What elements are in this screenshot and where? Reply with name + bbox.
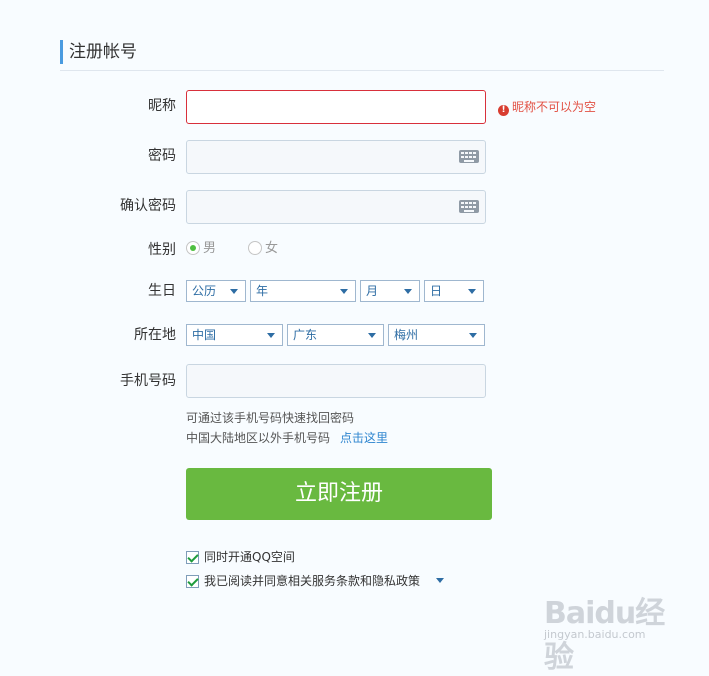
chevron-down-icon bbox=[230, 289, 238, 294]
birthday-label: 生日 bbox=[148, 283, 176, 299]
phone-label: 手机号码 bbox=[120, 373, 176, 389]
gender-female-radio[interactable]: 女 bbox=[248, 240, 278, 258]
nickname-input[interactable] bbox=[186, 90, 486, 124]
page-title: 注册帐号 bbox=[69, 42, 137, 62]
chevron-down-icon bbox=[469, 333, 477, 338]
confirm-password-label: 确认密码 bbox=[120, 198, 176, 214]
agreement-option-label: 我已阅读并同意相关服务条款和隐私政策 bbox=[204, 574, 421, 588]
agreement-option[interactable]: 我已阅读并同意相关服务条款和隐私政策 bbox=[186, 573, 445, 589]
province-select[interactable]: 广东 bbox=[287, 324, 384, 346]
country-select[interactable]: 中国 bbox=[186, 324, 283, 346]
nickname-label: 昵称 bbox=[148, 98, 176, 114]
day-select[interactable]: 日 bbox=[424, 280, 484, 302]
month-select-value: 月 bbox=[366, 284, 379, 298]
month-select[interactable]: 月 bbox=[360, 280, 420, 302]
phone-hint: 可通过该手机号码快速找回密码 bbox=[186, 411, 355, 425]
chevron-down-icon bbox=[340, 289, 348, 294]
radio-unselected-icon[interactable] bbox=[248, 241, 262, 255]
qzone-option-label: 同时开通QQ空间 bbox=[204, 550, 295, 564]
phone-hint-overseas-text: 中国大陆地区以外手机号码 bbox=[186, 431, 331, 445]
confirm-password-input[interactable] bbox=[186, 190, 486, 224]
city-select-value: 梅州 bbox=[394, 328, 419, 342]
chevron-down-icon[interactable] bbox=[436, 578, 445, 583]
city-select[interactable]: 梅州 bbox=[388, 324, 485, 346]
password-input[interactable] bbox=[186, 140, 486, 174]
province-select-value: 广东 bbox=[293, 328, 318, 342]
year-select-value: 年 bbox=[256, 284, 269, 298]
gender-label: 性别 bbox=[148, 242, 176, 258]
chevron-down-icon bbox=[267, 333, 275, 338]
overseas-phone-link[interactable]: 点击这里 bbox=[340, 431, 388, 445]
checkbox-checked-icon[interactable] bbox=[186, 551, 199, 564]
keyboard-icon[interactable] bbox=[459, 150, 479, 163]
keyboard-icon[interactable] bbox=[459, 200, 479, 213]
nickname-error: ! 昵称不可以为空 bbox=[498, 98, 596, 116]
chevron-down-icon bbox=[404, 289, 412, 294]
password-label: 密码 bbox=[148, 148, 176, 164]
calendar-select-value: 公历 bbox=[192, 284, 217, 298]
gender-male-label: 男 bbox=[203, 241, 217, 256]
phone-input[interactable] bbox=[186, 364, 486, 398]
calendar-select[interactable]: 公历 bbox=[186, 280, 246, 302]
gender-female-label: 女 bbox=[265, 241, 279, 256]
country-select-value: 中国 bbox=[192, 328, 217, 342]
error-icon: ! bbox=[498, 105, 509, 116]
radio-selected-icon[interactable] bbox=[186, 241, 200, 255]
checkbox-checked-icon[interactable] bbox=[186, 575, 199, 588]
section-header: 注册帐号 bbox=[60, 38, 664, 71]
title-accent-bar bbox=[60, 40, 63, 64]
chevron-down-icon bbox=[368, 333, 376, 338]
nickname-error-text: 昵称不可以为空 bbox=[512, 100, 597, 114]
qzone-option[interactable]: 同时开通QQ空间 bbox=[186, 549, 295, 565]
register-button[interactable]: 立即注册 bbox=[186, 468, 492, 520]
phone-hint-overseas: 中国大陆地区以外手机号码 点击这里 bbox=[186, 430, 388, 446]
day-select-value: 日 bbox=[430, 284, 443, 298]
watermark-url: jingyan.baidu.com bbox=[544, 628, 646, 641]
gender-male-radio[interactable]: 男 bbox=[186, 240, 216, 258]
chevron-down-icon bbox=[468, 289, 476, 294]
baidu-watermark: Baidu经验 jingyan.baidu.com bbox=[540, 588, 690, 675]
location-label: 所在地 bbox=[134, 327, 176, 343]
year-select[interactable]: 年 bbox=[250, 280, 356, 302]
